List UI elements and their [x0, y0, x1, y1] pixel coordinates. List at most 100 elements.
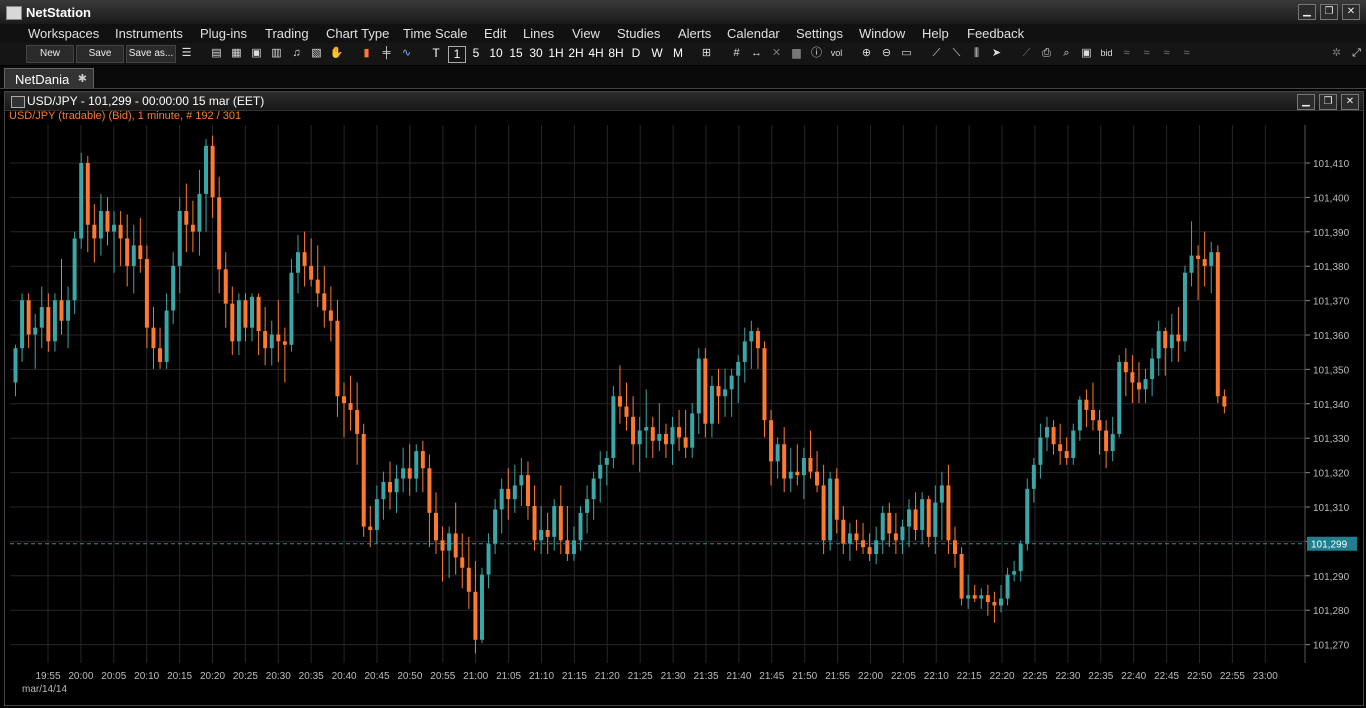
- candle-body-up: [1025, 488, 1030, 544]
- candle-body-down: [190, 224, 195, 232]
- candle-body-down: [328, 310, 333, 321]
- candle-body-up: [900, 526, 905, 541]
- candle-body-down: [834, 478, 839, 520]
- candle-body-down: [841, 519, 846, 544]
- candle-body-down: [1104, 430, 1109, 452]
- candle-body-down: [755, 331, 760, 349]
- candle-body-down: [158, 348, 163, 362]
- candle-body-down: [302, 252, 307, 266]
- candle-body-down: [677, 427, 682, 438]
- candle-body-up: [999, 598, 1003, 606]
- candle-body-up: [33, 327, 38, 335]
- x-tick-label: 21:55: [825, 671, 850, 682]
- candle-body-down: [440, 540, 445, 551]
- candle-body-down: [335, 320, 340, 397]
- x-tick-label: 21:15: [562, 671, 587, 682]
- candle-body-down: [762, 348, 767, 421]
- y-tick-label: 101,390: [1313, 228, 1350, 239]
- candle-body-up: [236, 300, 241, 342]
- candle-body-up: [775, 444, 780, 462]
- candle-body-up: [197, 193, 202, 232]
- candle-body-up: [1169, 334, 1174, 349]
- y-tick-label: 101,350: [1313, 365, 1350, 376]
- candle-body-up: [447, 533, 452, 551]
- candle-body-down: [1090, 409, 1095, 421]
- candle-body-down: [361, 433, 366, 527]
- candle-body-up: [690, 413, 695, 448]
- candle-body-down: [959, 554, 964, 599]
- y-tick-label: 101,310: [1313, 503, 1350, 514]
- candle-body-up: [204, 145, 209, 194]
- candle-body-down: [1176, 334, 1181, 342]
- candle-body-up: [52, 300, 57, 342]
- y-tick-label: 101,370: [1313, 297, 1350, 308]
- candle-body-down: [355, 409, 360, 434]
- x-tick-label: 21:30: [661, 671, 686, 682]
- candle-body-up: [874, 540, 879, 555]
- candle-body-down: [1130, 372, 1135, 383]
- y-tick-label: 101,400: [1313, 193, 1350, 204]
- candle-body-up: [709, 385, 714, 424]
- y-tick-label: 101,360: [1313, 331, 1350, 342]
- candle-body-up: [828, 478, 833, 541]
- candle-body-up: [171, 265, 176, 311]
- candle-body-down: [893, 533, 898, 541]
- candle-body-up: [1071, 430, 1076, 458]
- candle-body-up: [598, 464, 603, 479]
- x-tick-label: 21:00: [463, 671, 488, 682]
- candle-body-up: [644, 427, 649, 431]
- candle-body-up: [493, 509, 498, 544]
- candle-body-up: [736, 361, 741, 376]
- candle-body-up: [1110, 433, 1115, 452]
- candle-body-up: [1005, 574, 1010, 599]
- candle-body-down: [420, 451, 425, 469]
- candle-body-up: [1038, 437, 1043, 465]
- candle-body-up: [1077, 399, 1082, 431]
- candle-body-down: [92, 224, 97, 239]
- candle-body-up: [1182, 272, 1187, 342]
- x-tick-label: 21:40: [726, 671, 751, 682]
- x-tick-label: 22:20: [990, 671, 1015, 682]
- candle-body-down: [433, 512, 438, 541]
- candle-body-down: [913, 509, 918, 531]
- candle-body-down: [466, 567, 471, 592]
- current-price-label: 101,299: [1311, 540, 1348, 551]
- candle-body-up: [296, 252, 301, 273]
- candle-body-up: [637, 430, 642, 445]
- candle-body-down: [138, 245, 143, 260]
- candle-body-up: [552, 506, 557, 537]
- candle-body-up: [591, 478, 596, 500]
- candle-body-down: [473, 591, 478, 640]
- candle-body-down: [808, 457, 813, 472]
- y-tick-label: 101,270: [1313, 641, 1350, 652]
- date-label: mar/14/14: [22, 684, 68, 695]
- candle-body-down: [105, 211, 110, 232]
- x-tick-label: 22:50: [1187, 671, 1212, 682]
- candle-body-down: [782, 444, 787, 479]
- candle-body-up: [749, 331, 754, 342]
- candle-body-down: [144, 259, 149, 328]
- candle-body-up: [519, 475, 524, 486]
- candle-body-up: [13, 348, 18, 383]
- x-tick-label: 20:40: [332, 671, 357, 682]
- candle-body-down: [1196, 255, 1201, 260]
- candle-body-down: [1202, 259, 1207, 266]
- candle-body-up: [1031, 464, 1036, 489]
- candle-body-down: [407, 468, 412, 479]
- candle-body-up: [486, 543, 491, 575]
- candle-body-up: [374, 499, 379, 531]
- y-tick-label: 101,410: [1313, 159, 1350, 170]
- candle-body-up: [499, 488, 504, 510]
- x-tick-label: 20:10: [134, 671, 159, 682]
- x-tick-label: 19:55: [35, 671, 60, 682]
- price-chart[interactable]: 101,410 101,400 101,390 101,380 101,370 101,3…: [0, 0, 1366, 708]
- x-tick-label: 22:10: [924, 671, 949, 682]
- candle-body-down: [46, 307, 51, 342]
- candle-body-up: [66, 300, 71, 321]
- x-tick-label: 20:45: [364, 671, 389, 682]
- candle-body-down: [1136, 382, 1141, 390]
- candle-body-up: [269, 334, 274, 349]
- x-tick-label: 20:25: [233, 671, 258, 682]
- candle-body-down: [946, 485, 951, 541]
- candle-body-down: [1064, 451, 1069, 458]
